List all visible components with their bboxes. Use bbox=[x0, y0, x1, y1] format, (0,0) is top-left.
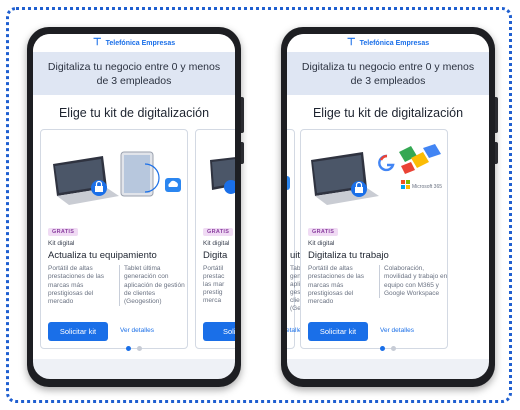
free-badge: GRATIS bbox=[203, 228, 234, 237]
feature-partial-2: prestac bbox=[203, 273, 225, 281]
power-button bbox=[241, 142, 244, 164]
power-button bbox=[495, 142, 498, 164]
kit-label: Kit digital bbox=[48, 240, 75, 248]
kit-card-prev-partial[interactable]: uito Tablet generac aplicaci gestión cli… bbox=[287, 129, 315, 350]
feature-partial-4: prestig bbox=[203, 289, 223, 297]
app-header: ⊤ Telefónica Empresas bbox=[287, 34, 489, 52]
feature-tablet: Tablet última generación con aplicación … bbox=[119, 265, 188, 306]
kit-label: Kit digital bbox=[308, 240, 335, 248]
feature-collaboration: Colaboración, movilidad y trabajo en equ… bbox=[379, 265, 448, 298]
view-details-link[interactable]: Ver detalles bbox=[120, 327, 154, 334]
feature-laptop: Portátil de altas prestaciones de las ma… bbox=[48, 265, 105, 305]
kit-label: Kit digital bbox=[203, 240, 230, 248]
feature-partial-5: merca bbox=[203, 297, 222, 305]
section-title: Elige tu kit de digitalización bbox=[287, 95, 489, 130]
brand-name: Telefónica Empresas bbox=[105, 39, 176, 47]
telefonica-logo-icon: ⊤ bbox=[346, 37, 356, 48]
brand-name: Telefónica Empresas bbox=[359, 39, 430, 47]
kit-card-equipamiento[interactable]: GRATIS Kit digital Actualiza tu equipami… bbox=[40, 129, 188, 350]
feature-partial-1: Portátil bbox=[203, 265, 224, 273]
free-badge: GRATIS bbox=[308, 228, 339, 237]
page-dot-1[interactable] bbox=[126, 346, 131, 352]
phone-left: ⊤ Telefónica Empresas Digitaliza tu nego… bbox=[27, 27, 244, 387]
request-kit-button-partial[interactable]: Solicit bbox=[203, 322, 235, 342]
phone-screen: ⊤ Telefónica Empresas Digitaliza tu nego… bbox=[33, 34, 235, 379]
feature-partial-3: las mar bbox=[203, 281, 225, 289]
carousel-pagination bbox=[33, 346, 235, 352]
page-dot-2[interactable] bbox=[137, 346, 142, 352]
google-logo-icon bbox=[378, 155, 395, 172]
kit-card-next-partial[interactable]: GRATIS Kit digital Digita Portátil prest… bbox=[195, 129, 235, 350]
request-kit-button[interactable]: Solicitar kit bbox=[48, 322, 108, 342]
tablet-icon bbox=[120, 151, 154, 197]
kit-carousel[interactable]: uito Tablet generac aplicaci gestión cli… bbox=[287, 129, 489, 360]
card-title: Actualiza tu equipamiento bbox=[48, 250, 157, 262]
volume-button bbox=[495, 97, 498, 133]
laptop-icon bbox=[53, 156, 119, 206]
card-illustration: Microsoft 365 bbox=[301, 130, 447, 226]
microsoft-365-icon bbox=[401, 180, 410, 190]
carousel-pagination bbox=[287, 346, 489, 352]
hero-text: Digitaliza tu negocio entre 0 y menos de… bbox=[33, 52, 235, 96]
laptop-icon bbox=[311, 152, 379, 206]
kit-carousel[interactable]: GRATIS Kit digital Actualiza tu equipami… bbox=[33, 129, 235, 360]
hero-text: Digitaliza tu negocio entre 0 y menos de… bbox=[287, 52, 489, 96]
microsoft-365-label: Microsoft 365 bbox=[412, 184, 442, 190]
app-header: ⊤ Telefónica Empresas bbox=[33, 34, 235, 52]
card-title-partial: Digita bbox=[203, 250, 228, 262]
view-details-link[interactable]: Ver detalles bbox=[380, 327, 414, 334]
card-title: Digitaliza tu trabajo bbox=[308, 250, 389, 262]
card-illustration-partial bbox=[287, 130, 294, 226]
telefonica-logo-icon: ⊤ bbox=[92, 37, 102, 48]
page-dot-1[interactable] bbox=[380, 346, 385, 352]
kit-card-trabajo[interactable]: Microsoft 365 GRATIS Kit digital Digital… bbox=[300, 129, 448, 350]
lock-icon bbox=[91, 180, 107, 197]
free-badge: GRATIS bbox=[48, 228, 79, 237]
lock-icon bbox=[351, 181, 367, 198]
phone-screen: ⊤ Telefónica Empresas Digitaliza tu nego… bbox=[287, 34, 489, 379]
card-illustration bbox=[41, 130, 187, 226]
cloud-upload-icon bbox=[165, 178, 181, 193]
request-kit-button[interactable]: Solicitar kit bbox=[308, 322, 368, 342]
card-illustration-partial bbox=[196, 130, 235, 226]
page-dot-2[interactable] bbox=[391, 346, 396, 352]
phone-right: ⊤ Telefónica Empresas Digitaliza tu nego… bbox=[281, 27, 498, 387]
section-title: Elige tu kit de digitalización bbox=[33, 95, 235, 130]
feature-laptop: Portátil de altas prestaciones de las ma… bbox=[308, 265, 365, 305]
volume-button bbox=[241, 97, 244, 133]
